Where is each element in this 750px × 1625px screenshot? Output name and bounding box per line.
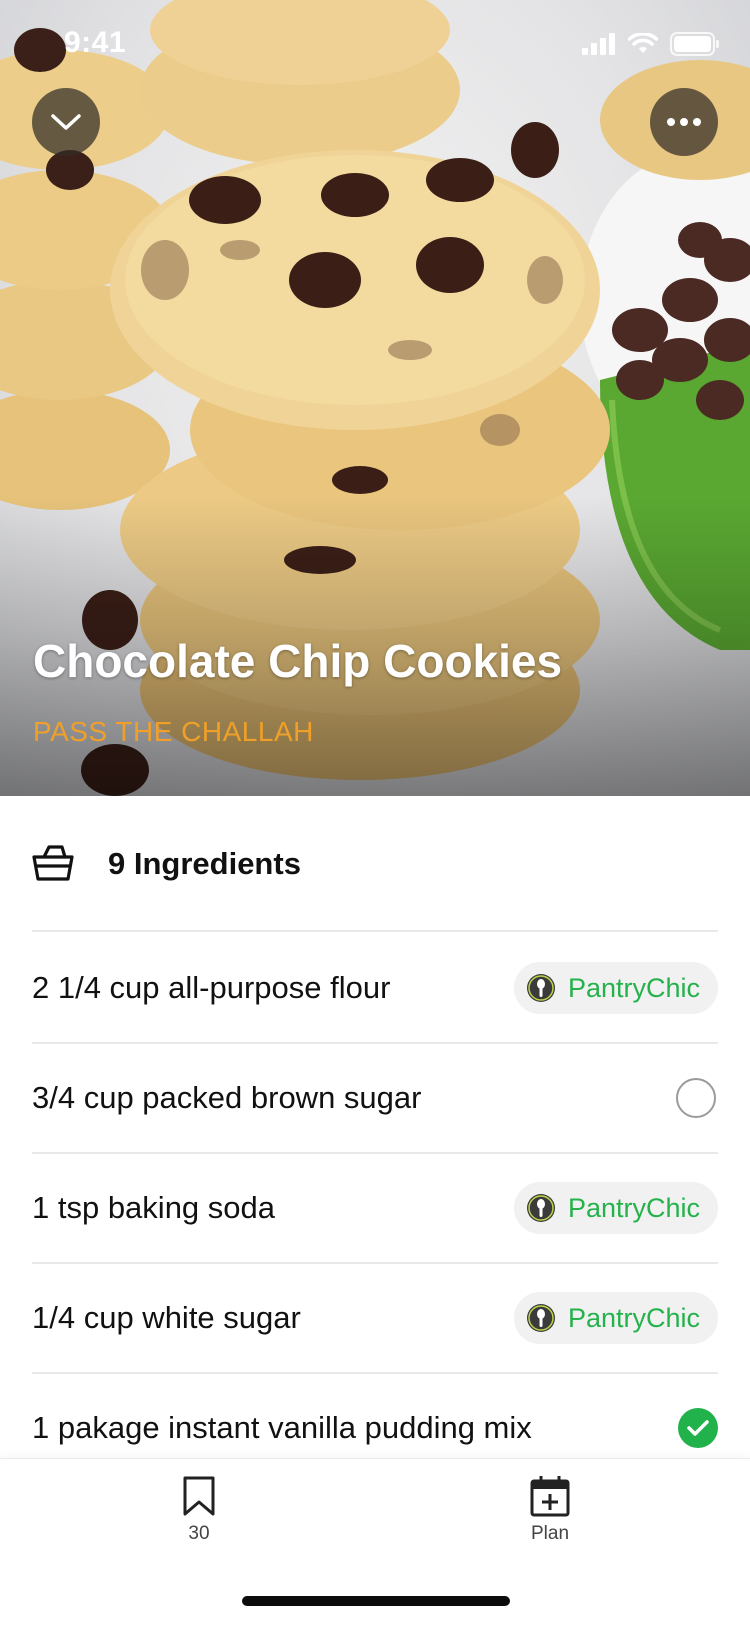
pantry-label: PantryChic — [567, 1192, 700, 1223]
ingredients-count: 9 Ingredients — [108, 846, 301, 881]
ingredient-row[interactable]: 2 1/4 cup all-purpose flour PantryChic — [32, 934, 718, 1042]
recipe-hero-image: 9:41 Chocolate Chip Cookies PASS THE CHA… — [0, 0, 750, 796]
ingredient-text: 3/4 cup packed brown sugar — [32, 1080, 422, 1115]
ingredient-text: 1 pakage instant vanilla pudding mix — [32, 1410, 532, 1445]
home-indicator — [242, 1596, 510, 1606]
status-icons — [582, 32, 720, 56]
ingredients-header: 9 Ingredients — [32, 836, 301, 892]
recipe-title: Chocolate Chip Cookies — [33, 635, 563, 687]
checkbox-unchecked[interactable] — [676, 1078, 716, 1118]
ellipsis-icon — [667, 118, 701, 126]
wifi-icon — [628, 33, 658, 53]
ingredient-row[interactable]: 1/4 cup white sugar PantryChic — [32, 1264, 718, 1372]
tab-saved-label: 30 — [188, 1523, 210, 1544]
collapse-button[interactable] — [32, 88, 100, 156]
pantry-label: PantryChic — [567, 972, 700, 1003]
tab-plan-label: Plan — [530, 1523, 570, 1544]
checkmark-icon — [687, 1420, 709, 1436]
status-bar: 9:41 — [0, 0, 750, 92]
pantry-badge[interactable]: PantryChic — [513, 1182, 718, 1234]
tab-saved[interactable]: 30 — [139, 1475, 259, 1545]
bookmark-icon — [183, 1476, 215, 1516]
battery-icon — [670, 32, 719, 56]
more-options-button[interactable] — [650, 88, 718, 156]
ingredient-text: 2 1/4 cup all-purpose flour — [32, 970, 391, 1005]
divider — [32, 930, 718, 932]
ingredient-text: 1 tsp baking soda — [32, 1190, 276, 1225]
pantry-logo-icon — [526, 1194, 555, 1222]
pantry-logo-icon — [526, 974, 555, 1002]
calendar-add-icon — [530, 1476, 570, 1517]
recipe-source-link[interactable]: PASS THE CHALLAH — [33, 716, 314, 748]
status-time: 9:41 — [64, 26, 127, 59]
pantry-badge[interactable]: PantryChic — [513, 962, 718, 1014]
pantry-label: PantryChic — [567, 1302, 700, 1333]
ingredient-row[interactable]: 1 tsp baking soda PantryChic — [32, 1154, 718, 1262]
tab-plan[interactable]: Plan — [490, 1475, 610, 1545]
checkbox-checked[interactable] — [678, 1408, 718, 1448]
pantry-badge[interactable]: PantryChic — [513, 1292, 718, 1344]
ingredient-text: 1/4 cup white sugar — [32, 1300, 301, 1335]
signal-icon — [582, 33, 615, 55]
basket-icon — [32, 845, 74, 881]
ingredient-row[interactable]: 3/4 cup packed brown sugar — [32, 1044, 718, 1152]
pantry-logo-icon — [526, 1304, 555, 1332]
chevron-down-icon — [51, 114, 81, 130]
